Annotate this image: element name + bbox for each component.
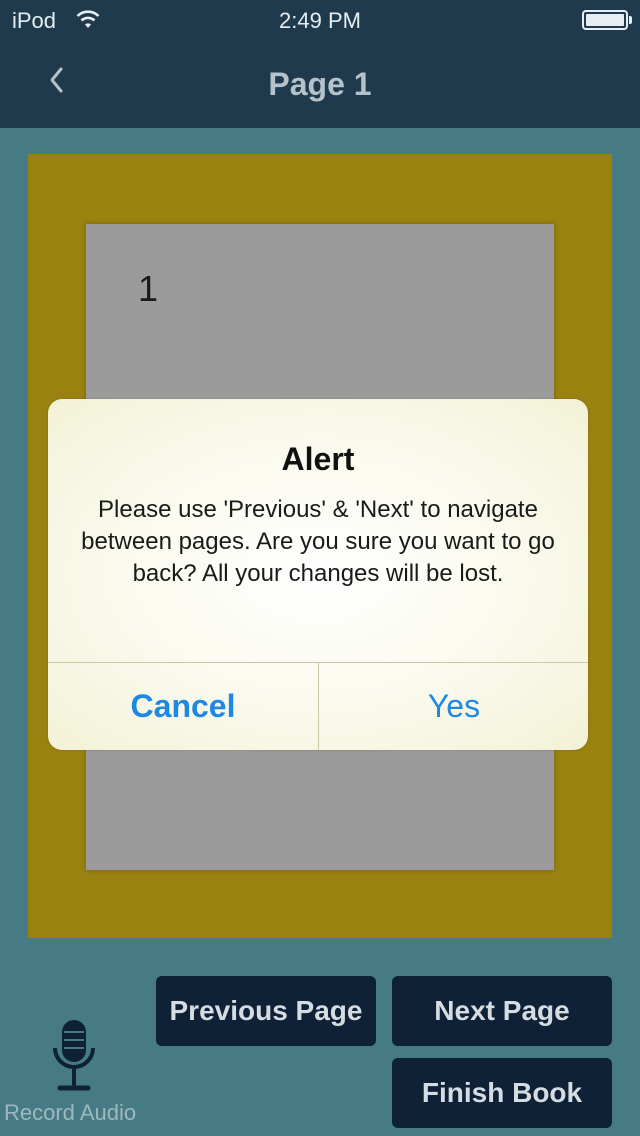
page-title: Page 1 [268,66,372,102]
microphone-icon [53,1020,95,1091]
finish-book-button[interactable]: Finish Book [392,1058,612,1128]
page-number: 1 [138,268,159,309]
clock: 2:49 PM [279,8,361,33]
battery-icon [582,10,632,30]
cancel-button[interactable]: Cancel [48,663,318,750]
alert-message: Please use 'Previous' & 'Next' to naviga… [81,496,555,587]
navigation-bar: Page 1 [0,40,640,128]
record-audio-button[interactable]: Record Audio [0,1014,160,1132]
record-audio-label: Record Audio [4,1100,137,1125]
alert-title: Alert [281,441,355,477]
previous-page-button[interactable]: Previous Page [156,976,376,1046]
status-bar: iPod 2:49 PM [0,0,640,40]
yes-button[interactable]: Yes [319,663,588,750]
alert-dialog: Alert Please use 'Previous' & 'Next' to … [48,399,588,750]
next-page-button[interactable]: Next Page [392,976,612,1046]
